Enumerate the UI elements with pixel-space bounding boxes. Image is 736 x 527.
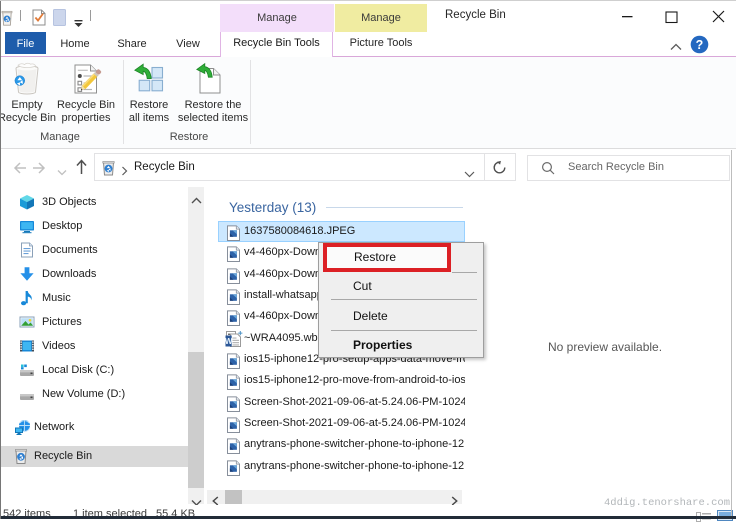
svg-text:?: ? (696, 38, 704, 52)
svg-text:W: W (225, 337, 233, 346)
